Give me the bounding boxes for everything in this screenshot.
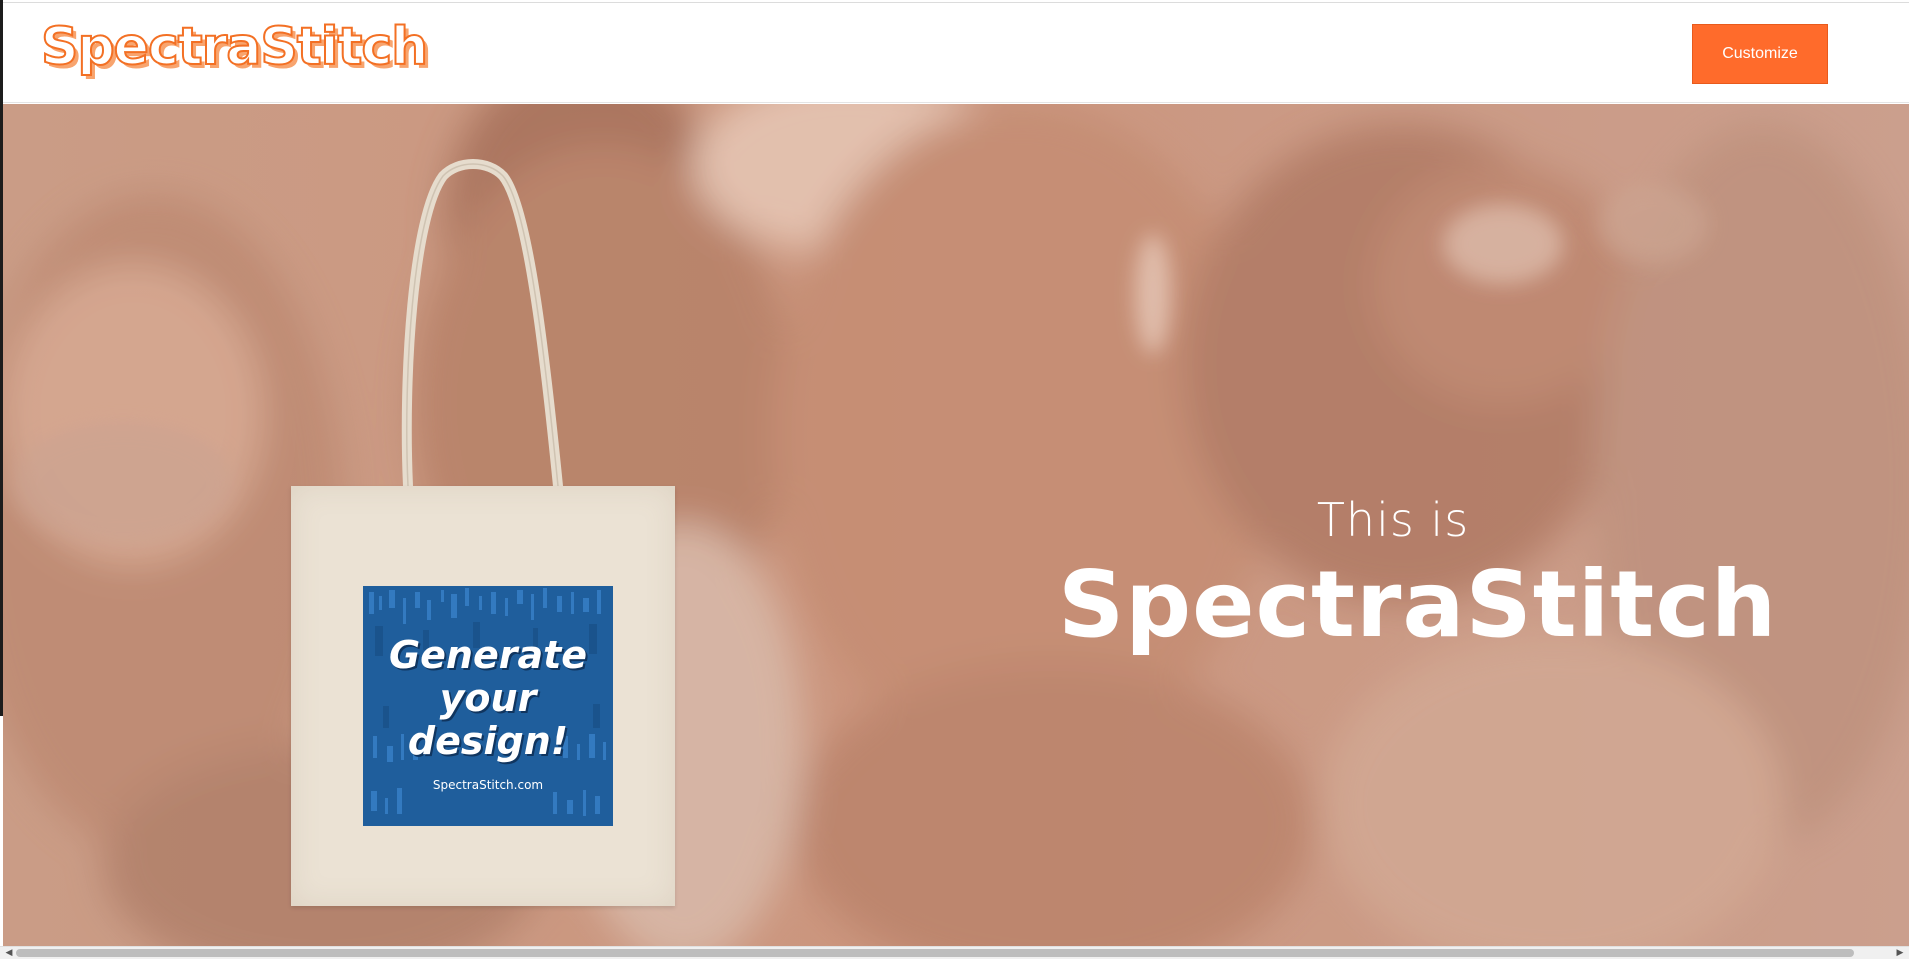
browser-viewport: SpectraStitch Customize Generate your de… [0, 0, 1909, 959]
print-line-2: your [439, 676, 537, 720]
site-header: SpectraStitch Customize [3, 2, 1909, 103]
hero-title: SpectraStitch [1058, 551, 1778, 658]
scrollbar-thumb[interactable] [16, 949, 1854, 957]
print-line-1: Generate [388, 633, 588, 677]
triangle-right-icon[interactable]: ▶ [1893, 947, 1907, 959]
tote-body: Generate your design! SpectraStitch.com [291, 486, 675, 906]
horizontal-scrollbar[interactable]: ◀ ▶ [0, 946, 1909, 959]
brand-logo[interactable]: SpectraStitch [40, 16, 429, 78]
tote-handles [401, 159, 563, 491]
tote-bag-product-image: Generate your design! SpectraStitch.com [283, 156, 683, 946]
triangle-left-icon[interactable]: ◀ [2, 947, 16, 959]
hero-kicker: This is [1316, 493, 1470, 547]
print-line-3: design! [407, 719, 569, 763]
customize-button[interactable]: Customize [1692, 24, 1828, 84]
tote-print-design: Generate your design! SpectraStitch.com [363, 586, 613, 826]
hero-section: Generate your design! SpectraStitch.com … [3, 104, 1909, 946]
print-caption: SpectraStitch.com [432, 778, 544, 792]
print-headline: Generate your design! [363, 634, 613, 763]
hero-heading: This is SpectraStitch [1058, 490, 1778, 660]
